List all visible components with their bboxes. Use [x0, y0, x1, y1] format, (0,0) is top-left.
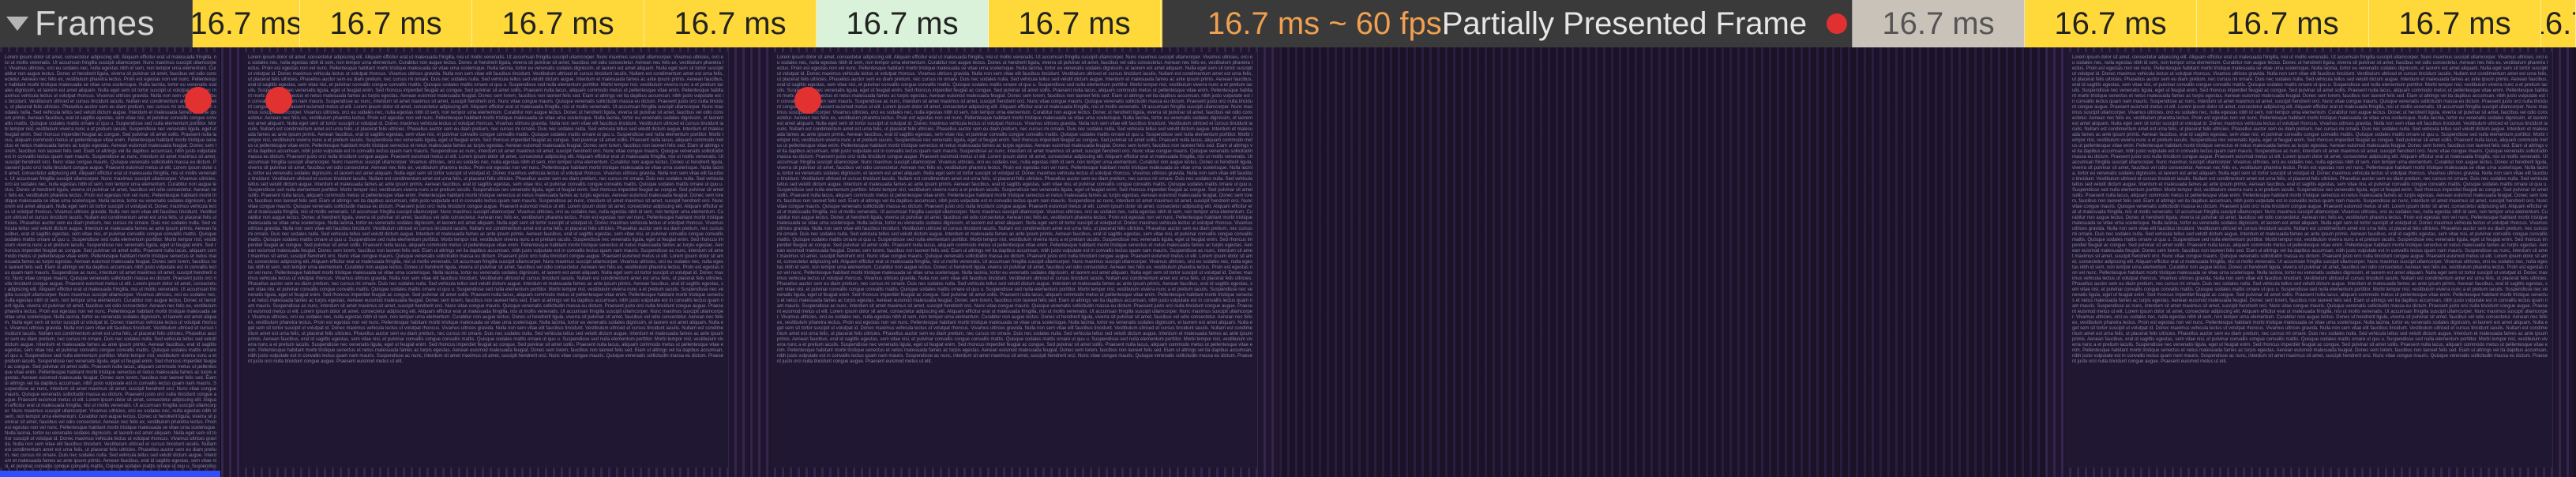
screenshot-page: Lorem ipsum dolor sit amet, consectetur …	[0, 52, 221, 468]
frame-cell-label: 16.7 ms	[1882, 6, 1994, 42]
frames-track-label[interactable]: Frames	[0, 0, 193, 47]
devtools-frames-track: Frames 16.7 ms16.7 ms16.7 ms16.7 ms16.7 …	[0, 0, 2576, 477]
frame-cell-label: 16.7 ms	[2398, 6, 2510, 42]
frame-screenshot-0[interactable]: Lorem ipsum dolor sit amet, consectetur …	[0, 47, 221, 477]
long-task-marker-icon	[265, 87, 292, 114]
frame-cell-label: 16.7 ms	[674, 6, 786, 42]
frame-cell-7[interactable]: 16.7 ms	[1853, 0, 2025, 47]
frame-cell-label: 16.7 ms	[1018, 6, 1130, 42]
frame-cell-11[interactable]: 16.7	[2541, 0, 2576, 47]
frame-cell-label: 16.7 ms	[329, 6, 441, 42]
long-task-marker-icon	[185, 87, 212, 114]
screenshot-page-text: Lorem ipsum dolor sit amet, consectetur …	[243, 52, 728, 368]
screenshot-page-text: Lorem ipsum dolor sit amet, consectetur …	[772, 52, 1257, 368]
long-task-marker-icon	[794, 87, 821, 114]
frame-cell-label: 16.7 ms	[2226, 6, 2338, 42]
frames-track-label-text: Frames	[35, 4, 155, 43]
frame-cells-container: 16.7 ms 16.7 ms 16.7 ms 16.7 ms 16.7 ms 16.7 …	[193, 0, 2576, 47]
frame-cell-6[interactable]: 16.7 ms ~ 60 fps Partially Presented Fra…	[1161, 0, 1853, 47]
screenshot-page: Lorem ipsum dolor sit amet, consectetur …	[772, 52, 1257, 468]
tooltip-status: Partially Presented Frame	[1442, 6, 1807, 42]
screenshot-page-text: Lorem ipsum dolor sit amet, consectetur …	[0, 52, 221, 468]
screenshot-page: Lorem ipsum dolor sit amet, consectetur …	[243, 52, 728, 468]
frame-cell-5[interactable]: 16.7 ms	[989, 0, 1161, 47]
screenshot-page: Lorem ipsum dolor sit amet, consectetur …	[2067, 52, 2552, 468]
frame-screenshot-3[interactable]	[1279, 47, 2045, 477]
partial-frame-indicator-icon	[1827, 13, 1847, 34]
frame-cell-9[interactable]: 16.7 ms	[2197, 0, 2369, 47]
frame-screenshot-4[interactable]: Lorem ipsum dolor sit amet, consectetur …	[2045, 47, 2574, 477]
frame-boundary-bar	[0, 471, 220, 477]
frame-screenshot-2[interactable]: Lorem ipsum dolor sit amet, consectetur …	[750, 47, 1279, 477]
frame-cell-2[interactable]: 16.7 ms	[472, 0, 644, 47]
frame-cell-0[interactable]: 16.7 ms	[193, 0, 300, 47]
frames-filmstrip[interactable]: Lorem ipsum dolor sit amet, consectetur …	[0, 47, 2576, 477]
screenshot-page-text: Lorem ipsum dolor sit amet, consectetur …	[2067, 52, 2552, 368]
frame-cell-label: 16.7 ms	[193, 6, 300, 42]
frame-screenshot-1[interactable]: Lorem ipsum dolor sit amet, consectetur …	[221, 47, 750, 477]
frame-cell-4[interactable]: 16.7 ms	[817, 0, 989, 47]
frame-cell-label: 16.7	[2541, 6, 2576, 42]
frame-cell-10[interactable]: 16.7 ms	[2369, 0, 2541, 47]
frame-cell-8[interactable]: 16.7 ms	[2025, 0, 2197, 47]
frame-cell-3[interactable]: 16.7 ms	[644, 0, 817, 47]
collapse-triangle-icon[interactable]	[6, 17, 28, 31]
frame-cell-label: 16.7 ms	[846, 6, 958, 42]
tooltip-ms: 16.7 ms ~ 60 fps	[1207, 6, 1442, 42]
frame-cell-label: 16.7 ms	[2054, 6, 2166, 42]
partial-frame-area	[1279, 47, 2045, 477]
frame-cell-1[interactable]: 16.7 ms	[300, 0, 472, 47]
frame-cell-label: 16.7 ms	[501, 6, 614, 42]
frames-header-row: Frames 16.7 ms16.7 ms16.7 ms16.7 ms16.7 …	[0, 0, 2576, 47]
